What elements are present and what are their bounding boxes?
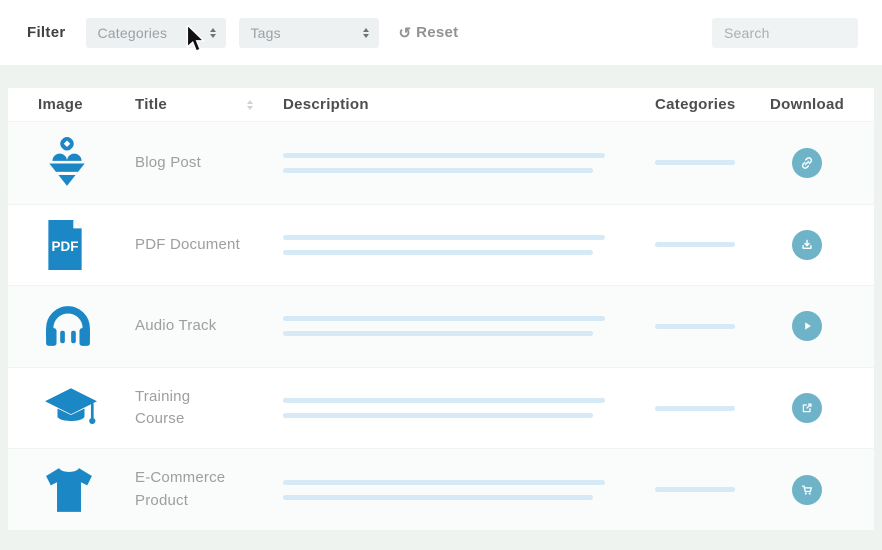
tags-select[interactable]: Tags [239, 17, 380, 48]
table-row: Audio Track [8, 285, 874, 367]
link-icon [801, 156, 813, 169]
column-header-image: Image [38, 96, 83, 113]
play-button[interactable] [792, 311, 822, 342]
row-title: E-Commerce Product [135, 469, 226, 509]
external-link-icon [802, 403, 812, 413]
row-title: Blog Post [135, 153, 202, 171]
placeholder-bar [655, 487, 735, 493]
categories-select[interactable]: Categories [86, 17, 227, 48]
graduation-cap-icon [45, 388, 97, 425]
placeholder-bar [283, 152, 605, 158]
column-header-categories: Categories [655, 96, 736, 113]
row-title: PDF Document [135, 235, 240, 253]
sort-icon[interactable] [247, 99, 253, 110]
play-icon [805, 322, 811, 331]
content-marketing-icon [49, 136, 85, 186]
column-header-download: Download [770, 96, 845, 113]
placeholder-bar [283, 331, 593, 337]
placeholder-bar [655, 160, 735, 166]
tshirt-icon [46, 467, 92, 512]
placeholder-bar [283, 167, 593, 173]
reset-icon: ↺ [398, 24, 412, 42]
table-row: E-Commerce Product [8, 448, 874, 530]
placeholder-bar [655, 323, 735, 329]
filter-label: Filter [27, 24, 66, 41]
row-title: Audio Track [135, 317, 217, 335]
table-row: PDF PDF Document [8, 203, 874, 286]
categories-select-value: Categories [97, 24, 168, 41]
reset-button[interactable]: ↺ Reset [398, 24, 458, 42]
row-categories-placeholder [655, 405, 770, 411]
shopping-cart-icon [801, 485, 813, 495]
select-arrows-icon [210, 27, 217, 38]
row-description-placeholder [283, 316, 655, 337]
select-arrows-icon [363, 27, 370, 38]
placeholder-bar [283, 494, 593, 500]
row-image-cell [38, 466, 135, 514]
download-icon [802, 239, 812, 249]
placeholder-bar [283, 234, 605, 240]
row-description-placeholder [283, 479, 655, 500]
placeholder-bar [283, 249, 593, 255]
row-title: Training Course [135, 387, 191, 428]
filter-bar: Filter Categories Tags ↺ Reset [0, 0, 882, 65]
row-image-cell [38, 304, 135, 348]
row-image-cell [38, 387, 135, 429]
table-row: Training Course [8, 366, 874, 449]
column-header-description: Description [283, 96, 369, 113]
placeholder-bar [283, 398, 605, 404]
placeholder-bar [283, 413, 593, 419]
row-categories-placeholder [655, 242, 770, 248]
table-header-row: Image Title Description Categories Downl… [8, 88, 874, 122]
row-description-placeholder [283, 234, 655, 255]
column-header-title[interactable]: Title [135, 96, 283, 113]
row-categories-placeholder [655, 160, 770, 166]
external-link-button[interactable] [792, 393, 822, 424]
placeholder-bar [655, 405, 735, 411]
link-button[interactable] [792, 147, 822, 178]
search-input[interactable] [712, 17, 858, 48]
reset-button-label: Reset [416, 24, 459, 41]
headphones-icon [46, 306, 90, 347]
download-button[interactable] [792, 229, 822, 260]
row-image-cell [38, 136, 135, 189]
add-to-cart-button[interactable] [792, 474, 822, 505]
placeholder-bar [283, 316, 605, 322]
row-categories-placeholder [655, 323, 770, 329]
row-description-placeholder [283, 152, 655, 173]
placeholder-bar [283, 479, 605, 485]
row-image-cell: PDF [38, 219, 135, 271]
tags-select-value: Tags [250, 24, 281, 41]
row-categories-placeholder [655, 487, 770, 493]
column-header-title-label: Title [135, 96, 168, 113]
table-row: Blog Post [8, 122, 874, 204]
pdf-icon-label: PDF [51, 239, 78, 254]
pdf-file-icon: PDF [48, 219, 82, 270]
placeholder-bar [655, 242, 735, 248]
row-description-placeholder [283, 398, 655, 419]
resource-table: Image Title Description Categories Downl… [8, 88, 874, 530]
